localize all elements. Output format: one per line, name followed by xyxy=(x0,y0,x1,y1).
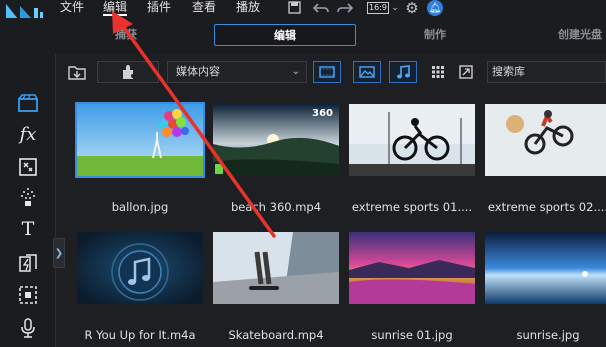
media-thumbnail[interactable] xyxy=(349,232,475,304)
menu-plugins[interactable]: 插件 xyxy=(147,0,171,16)
menu-bar: 文件 编辑 插件 查看 播放 16:9 ⌄ ⚙ 🔔︎ xyxy=(0,0,606,34)
library-search-input[interactable]: 搜索库 xyxy=(487,61,606,83)
filter-audio-button[interactable] xyxy=(389,61,417,83)
expand-library-icon[interactable] xyxy=(455,61,477,83)
gear-icon[interactable]: ⚙ xyxy=(403,0,421,17)
menu-edit[interactable]: 编辑 xyxy=(103,0,128,16)
in-use-marker xyxy=(215,164,223,174)
360-badge: 360 xyxy=(312,108,333,119)
media-thumbnail[interactable] xyxy=(349,104,475,176)
media-filename: sunrise.jpg xyxy=(516,328,580,342)
tab-edit[interactable]: 编辑 xyxy=(214,24,356,46)
fx-room-icon[interactable]: fx xyxy=(16,122,40,146)
filter-image-button[interactable] xyxy=(353,61,381,83)
chevron-down-icon[interactable]: ⌄ xyxy=(390,0,400,15)
media-thumbnail[interactable] xyxy=(77,232,203,304)
import-media-button[interactable] xyxy=(61,61,93,83)
save-icon[interactable] xyxy=(286,0,302,15)
media-type-select[interactable]: 媒体内容 ⌄ xyxy=(167,61,307,83)
library-search-placeholder: 搜索库 xyxy=(492,65,525,78)
media-thumbnail[interactable] xyxy=(485,232,606,304)
media-filename: extreme sports 01.... xyxy=(351,200,473,214)
media-library-grid: ballon.jpg 360 beach 360.mp4 extreme spo… xyxy=(57,92,606,347)
tab-capture[interactable]: 捕获 xyxy=(100,24,152,46)
pip-room-icon[interactable] xyxy=(16,155,40,179)
audio-mixing-room-icon[interactable] xyxy=(16,283,40,307)
media-thumbnail[interactable] xyxy=(485,104,606,176)
media-type-select-value: 媒体内容 xyxy=(176,65,220,78)
media-filename: R You Up for It.m4a xyxy=(84,328,196,342)
menu-file[interactable]: 文件 xyxy=(60,0,84,16)
media-filename: beach 360.mp4 xyxy=(230,200,322,214)
media-thumbnail[interactable] xyxy=(213,232,339,304)
particle-room-icon[interactable] xyxy=(16,185,40,209)
library-toolbar: 媒体内容 ⌄ 搜索库 xyxy=(57,57,606,87)
aspect-ratio-selector[interactable]: 16:9 xyxy=(367,2,389,14)
menu-play[interactable]: 播放 xyxy=(236,0,260,16)
room-sidebar: fx T xyxy=(0,54,56,347)
filter-video-button[interactable] xyxy=(313,61,341,83)
notification-bell-icon[interactable]: 🔔︎ xyxy=(427,0,443,16)
plugins-button[interactable] xyxy=(97,61,159,83)
grid-view-icon[interactable] xyxy=(427,61,449,83)
chevron-down-icon: ⌄ xyxy=(291,66,300,77)
tab-create-disc[interactable]: 创建光盘 xyxy=(548,24,606,46)
media-filename: Skateboard.mp4 xyxy=(228,328,324,342)
media-filename: sunrise 01.jpg xyxy=(371,328,453,342)
title-room-icon[interactable]: T xyxy=(16,217,40,241)
undo-icon[interactable] xyxy=(312,0,330,15)
mode-tab-bar: 捕获 编辑 制作 创建光盘 xyxy=(0,18,606,54)
app-window: 文件 编辑 插件 查看 播放 16:9 ⌄ ⚙ 🔔︎ 捕获 编辑 制作 创建光盘… xyxy=(0,0,606,347)
media-thumbnail[interactable] xyxy=(75,102,205,178)
media-filename: ballon.jpg xyxy=(111,200,169,214)
menu-view[interactable]: 查看 xyxy=(192,0,216,16)
microphone-icon[interactable] xyxy=(16,316,40,340)
tab-produce[interactable]: 制作 xyxy=(408,24,462,46)
media-filename: extreme sports 02.... xyxy=(487,200,606,214)
media-thumbnail[interactable]: 360 xyxy=(213,104,339,176)
media-room-icon[interactable] xyxy=(16,91,40,115)
transition-room-icon[interactable] xyxy=(16,251,40,275)
redo-icon[interactable] xyxy=(336,0,354,15)
